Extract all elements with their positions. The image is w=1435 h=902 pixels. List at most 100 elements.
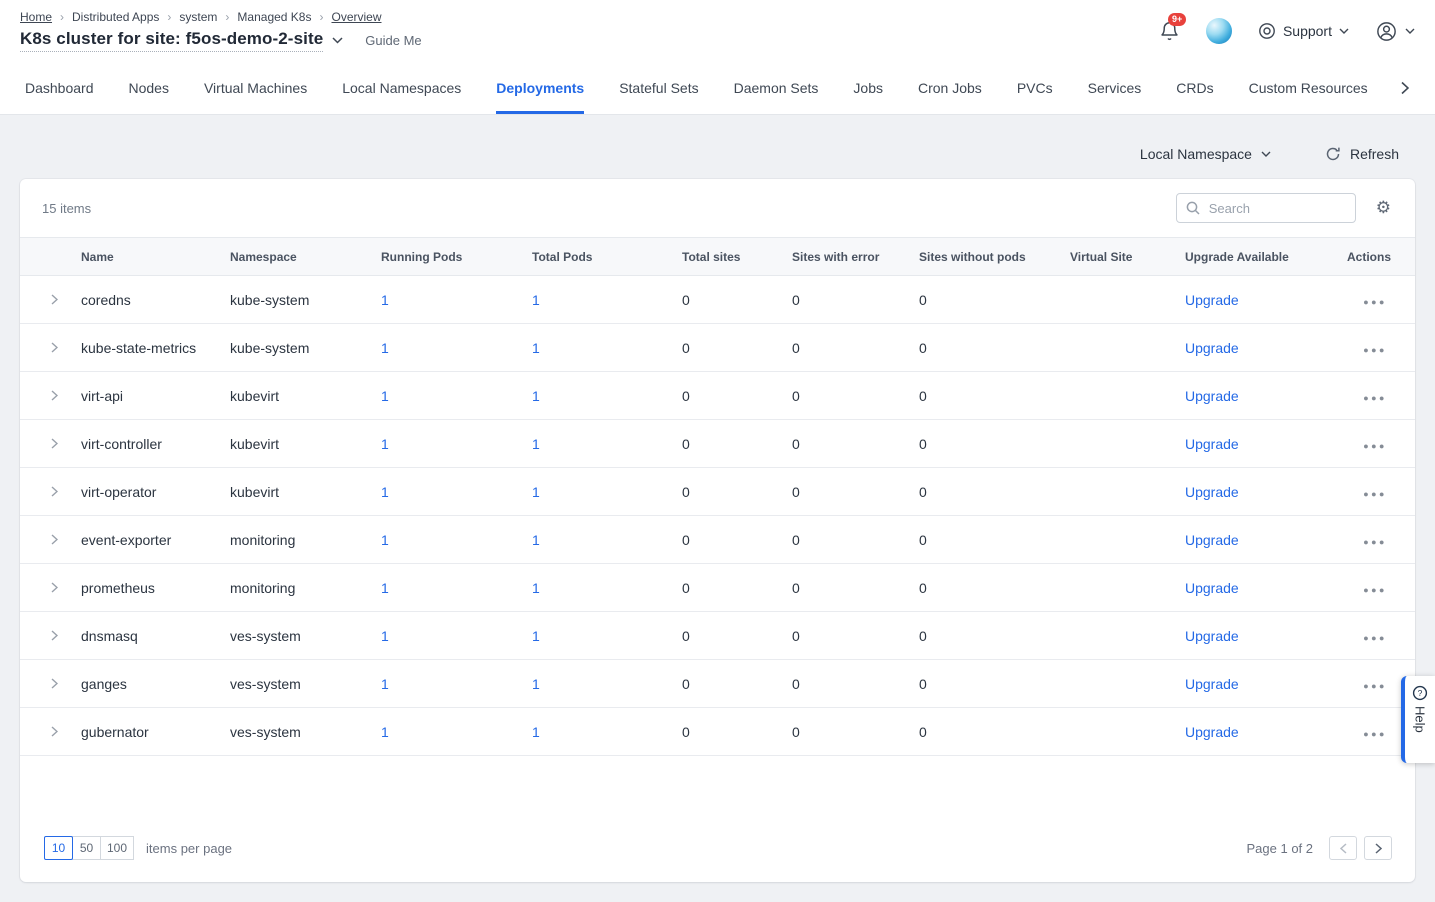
- total-pods-link[interactable]: 1: [532, 724, 540, 740]
- tab-crds[interactable]: CRDs: [1176, 62, 1213, 114]
- namespace-selector-label: Local Namespace: [1140, 146, 1252, 162]
- table-card: 15 items ⚙ NameNamespaceRunning PodsTota…: [20, 179, 1415, 882]
- row-actions-button[interactable]: ●●●: [1363, 585, 1387, 595]
- tab-deployments[interactable]: Deployments: [496, 62, 584, 114]
- row-actions-button[interactable]: ●●●: [1363, 681, 1387, 691]
- expand-row-chevron[interactable]: [51, 630, 58, 641]
- refresh-button[interactable]: Refresh: [1319, 145, 1405, 163]
- row-actions-button[interactable]: ●●●: [1363, 297, 1387, 307]
- upgrade-link[interactable]: Upgrade: [1185, 532, 1239, 548]
- upgrade-link[interactable]: Upgrade: [1185, 340, 1239, 356]
- row-actions-button[interactable]: ●●●: [1363, 345, 1387, 355]
- column-header: Sites without pods: [919, 238, 1070, 276]
- running-pods-link[interactable]: 1: [381, 532, 389, 548]
- tab-dashboard[interactable]: Dashboard: [25, 62, 94, 114]
- cell-namespace: kubevirt: [230, 372, 381, 420]
- row-actions-button[interactable]: ●●●: [1363, 633, 1387, 643]
- tab-cron-jobs[interactable]: Cron Jobs: [918, 62, 982, 114]
- tab-stateful-sets[interactable]: Stateful Sets: [619, 62, 698, 114]
- upgrade-link[interactable]: Upgrade: [1185, 388, 1239, 404]
- page-size-10[interactable]: 10: [44, 836, 73, 860]
- total-pods-link[interactable]: 1: [532, 676, 540, 692]
- total-pods-link[interactable]: 1: [532, 340, 540, 356]
- total-pods-link[interactable]: 1: [532, 628, 540, 644]
- cell-virtual-site: [1070, 372, 1185, 420]
- namespace-selector[interactable]: Local Namespace: [1140, 146, 1271, 162]
- running-pods-link[interactable]: 1: [381, 484, 389, 500]
- running-pods-link[interactable]: 1: [381, 292, 389, 308]
- upgrade-link[interactable]: Upgrade: [1185, 676, 1239, 692]
- cell-virtual-site: [1070, 468, 1185, 516]
- support-menu[interactable]: Support: [1258, 22, 1349, 40]
- tab-daemon-sets[interactable]: Daemon Sets: [734, 62, 819, 114]
- expand-row-chevron[interactable]: [51, 390, 58, 401]
- running-pods-link[interactable]: 1: [381, 724, 389, 740]
- running-pods-link[interactable]: 1: [381, 388, 389, 404]
- running-pods-link[interactable]: 1: [381, 628, 389, 644]
- upgrade-link[interactable]: Upgrade: [1185, 484, 1239, 500]
- notifications-button[interactable]: 9+: [1159, 21, 1180, 42]
- help-tab[interactable]: ? Help: [1401, 676, 1435, 763]
- brand-logo[interactable]: [1206, 18, 1232, 44]
- tab-services[interactable]: Services: [1088, 62, 1142, 114]
- tab-scroll-right-button[interactable]: [1397, 78, 1413, 99]
- running-pods-link[interactable]: 1: [381, 676, 389, 692]
- expand-row-chevron[interactable]: [51, 726, 58, 737]
- tab-local-namespaces[interactable]: Local Namespaces: [342, 62, 461, 114]
- expand-row-chevron[interactable]: [51, 534, 58, 545]
- guide-me-link[interactable]: Guide Me: [365, 33, 421, 48]
- upgrade-link[interactable]: Upgrade: [1185, 628, 1239, 644]
- expand-row-chevron[interactable]: [51, 438, 58, 449]
- cell-name: coredns: [81, 276, 230, 324]
- expand-row-chevron[interactable]: [51, 342, 58, 353]
- row-actions-button[interactable]: ●●●: [1363, 537, 1387, 547]
- running-pods-link[interactable]: 1: [381, 436, 389, 452]
- total-pods-link[interactable]: 1: [532, 292, 540, 308]
- cell-name: event-exporter: [81, 516, 230, 564]
- expand-row-chevron[interactable]: [51, 486, 58, 497]
- upgrade-link[interactable]: Upgrade: [1185, 724, 1239, 740]
- search-input[interactable]: [1207, 200, 1346, 217]
- total-pods-link[interactable]: 1: [532, 580, 540, 596]
- page-size-50[interactable]: 50: [72, 836, 101, 860]
- expand-row-chevron[interactable]: [51, 294, 58, 305]
- tab-pvcs[interactable]: PVCs: [1017, 62, 1053, 114]
- breadcrumb-item[interactable]: Managed K8s: [237, 10, 311, 24]
- tab-list: Dashboard Nodes Virtual Machines Local Name…: [0, 62, 1372, 114]
- page-size-100[interactable]: 100: [100, 836, 134, 860]
- breadcrumb-item[interactable]: Home: [20, 10, 52, 24]
- row-actions-button[interactable]: ●●●: [1363, 393, 1387, 403]
- cell-virtual-site: [1070, 660, 1185, 708]
- tab-nodes[interactable]: Nodes: [129, 62, 169, 114]
- cell-total-sites: 0: [682, 564, 792, 612]
- expand-row-chevron[interactable]: [51, 678, 58, 689]
- row-actions-button[interactable]: ●●●: [1363, 441, 1387, 451]
- table-row: virt-operator kubevirt 1 1 0 0 0 Upgrade…: [20, 468, 1415, 516]
- table-settings-button[interactable]: ⚙: [1376, 200, 1391, 217]
- previous-page-button[interactable]: [1329, 836, 1357, 860]
- total-pods-link[interactable]: 1: [532, 388, 540, 404]
- total-pods-link[interactable]: 1: [532, 484, 540, 500]
- total-pods-link[interactable]: 1: [532, 532, 540, 548]
- next-page-button[interactable]: [1364, 836, 1392, 860]
- row-actions-button[interactable]: ●●●: [1363, 729, 1387, 739]
- user-account-menu[interactable]: [1375, 20, 1415, 43]
- breadcrumb-item[interactable]: system: [179, 10, 217, 24]
- title-dropdown-chevron[interactable]: [332, 37, 343, 44]
- running-pods-link[interactable]: 1: [381, 580, 389, 596]
- cell-sites-with-error: 0: [792, 372, 919, 420]
- breadcrumb-item[interactable]: Overview: [331, 10, 381, 24]
- row-actions-button[interactable]: ●●●: [1363, 489, 1387, 499]
- total-pods-link[interactable]: 1: [532, 436, 540, 452]
- cell-virtual-site: [1070, 324, 1185, 372]
- tab-virtual-machines[interactable]: Virtual Machines: [204, 62, 307, 114]
- tab-custom-resources[interactable]: Custom Resources: [1249, 62, 1368, 114]
- running-pods-link[interactable]: 1: [381, 340, 389, 356]
- expand-row-chevron[interactable]: [51, 582, 58, 593]
- upgrade-link[interactable]: Upgrade: [1185, 292, 1239, 308]
- upgrade-link[interactable]: Upgrade: [1185, 436, 1239, 452]
- cell-namespace: kube-system: [230, 276, 381, 324]
- upgrade-link[interactable]: Upgrade: [1185, 580, 1239, 596]
- breadcrumb-item[interactable]: Distributed Apps: [72, 10, 159, 24]
- tab-jobs[interactable]: Jobs: [853, 62, 883, 114]
